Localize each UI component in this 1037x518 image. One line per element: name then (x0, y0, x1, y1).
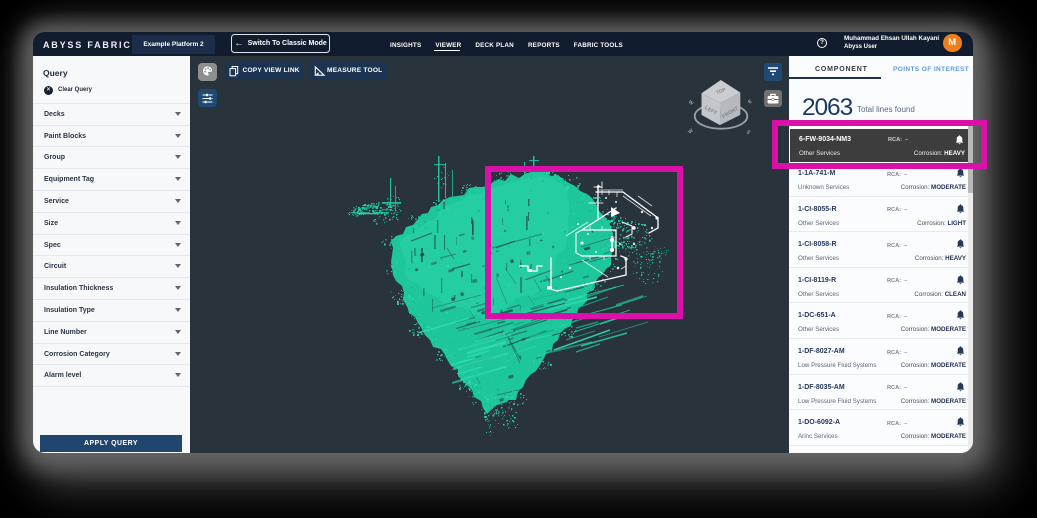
svg-text:E: E (747, 98, 754, 105)
svg-text:S: S (745, 129, 752, 136)
svg-text:W: W (687, 99, 695, 107)
svg-text:W: W (687, 128, 695, 136)
